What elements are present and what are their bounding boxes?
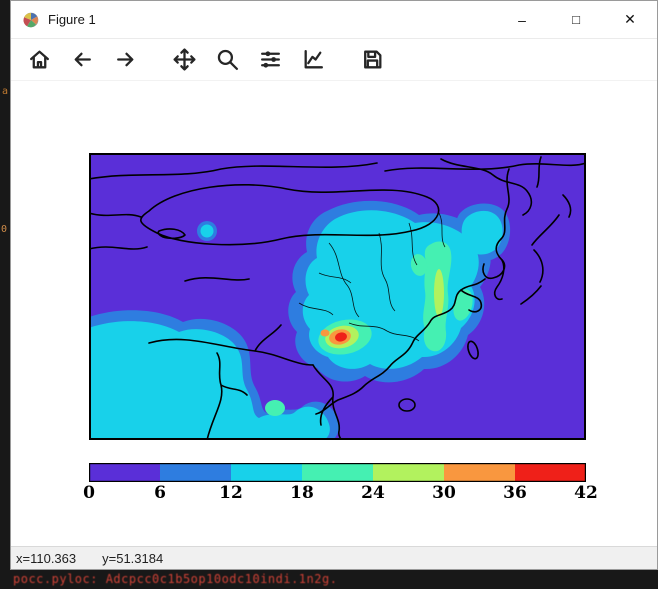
edit-parameters-button[interactable] <box>295 42 331 78</box>
save-icon <box>360 47 385 72</box>
colorbar-tick-label: 36 <box>503 483 527 503</box>
configure-subplots-button[interactable] <box>252 42 288 78</box>
edit-parameters-icon <box>301 47 326 72</box>
figure-toolbar <box>11 39 657 81</box>
back-button[interactable] <box>64 42 100 78</box>
close-button[interactable]: ✕ <box>603 1 657 38</box>
zoom-icon <box>215 47 240 72</box>
statusbar: x=110.363 y=51.3184 <box>11 546 657 569</box>
close-icon: ✕ <box>624 11 636 28</box>
colorbar-tick-label: 6 <box>154 483 166 503</box>
window-title: Figure 1 <box>48 12 96 27</box>
figure-canvas[interactable]: 0 6 12 18 24 30 36 42 <box>11 81 657 548</box>
titlebar[interactable]: Figure 1 – □ ✕ <box>11 1 657 39</box>
colorbar-tick-label: 24 <box>361 483 385 503</box>
back-icon <box>70 47 95 72</box>
home-icon <box>27 47 52 72</box>
minimize-button[interactable]: – <box>495 1 549 38</box>
minimize-icon: – <box>518 12 526 28</box>
editor-gutter-glyph: 0 <box>1 224 7 235</box>
matplotlib-logo-icon <box>23 12 39 28</box>
window-controls: – □ ✕ <box>495 1 657 38</box>
forward-button[interactable] <box>107 42 143 78</box>
colorbar-tick-label: 30 <box>432 483 456 503</box>
pan-button[interactable] <box>166 42 202 78</box>
zoom-button[interactable] <box>209 42 245 78</box>
cursor-x-readout: x=110.363 <box>16 551 76 566</box>
colorbar-tick-label: 42 <box>574 483 598 503</box>
colorbar-tick-label: 12 <box>219 483 243 503</box>
colorbar-tick-label: 18 <box>290 483 314 503</box>
configure-subplots-icon <box>258 47 283 72</box>
home-button[interactable] <box>21 42 57 78</box>
maximize-button[interactable]: □ <box>549 1 603 38</box>
colorbar-gradient <box>89 463 586 482</box>
editor-gutter-glyph: a <box>2 86 8 97</box>
terminal-text: pocc.pyloc: Adcpcc0c1b5op10odc10indi.1n2… <box>13 572 337 586</box>
map-axes[interactable] <box>89 153 586 440</box>
save-button[interactable] <box>354 42 390 78</box>
colorbar <box>89 463 586 482</box>
pan-icon <box>172 47 197 72</box>
figure-window: Figure 1 – □ ✕ <box>10 0 658 570</box>
cursor-y-readout: y=51.3184 <box>102 551 163 566</box>
forward-icon <box>113 47 138 72</box>
colorbar-tick-label: 0 <box>83 483 95 503</box>
maximize-icon: □ <box>572 12 580 27</box>
